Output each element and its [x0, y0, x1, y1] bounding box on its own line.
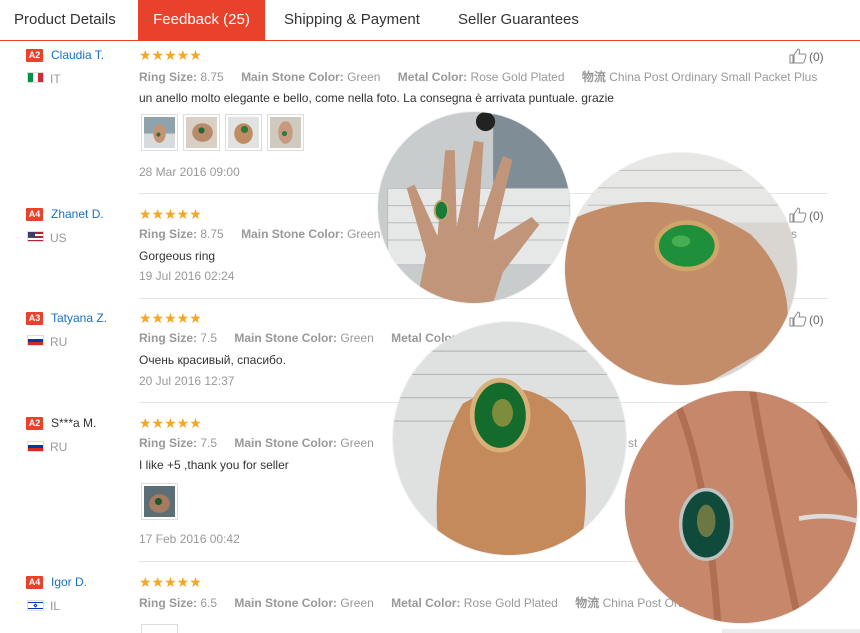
review-photo-thumb[interactable] — [267, 114, 304, 151]
review-text: Gorgeous ring — [139, 249, 216, 263]
rating-stars: ★★★★★ — [139, 574, 202, 590]
review-date: 19 Jul 2016 02:24 — [139, 269, 235, 283]
stone-color-label: Main Stone Color: — [234, 331, 338, 345]
reviewer-name[interactable]: Igor D. — [51, 575, 87, 589]
helpful-button[interactable]: (0) — [789, 207, 824, 223]
ring-size-value: 7.5 — [200, 436, 218, 450]
ring-size-label: Ring Size: — [139, 331, 198, 345]
helpful-count: (0) — [809, 209, 824, 223]
metal-color-label: Metal Color: — [397, 70, 468, 84]
ring-size-value: 7.5 — [200, 331, 218, 345]
reviewer-country: IL — [50, 599, 61, 613]
review-photo-zoom[interactable] — [393, 322, 626, 555]
review-date: 17 Feb 2016 00:42 — [139, 532, 240, 546]
review-photo-thumb[interactable] — [225, 114, 262, 151]
ring-size-label: Ring Size: — [139, 596, 198, 610]
reviewer-name[interactable]: S***a M. — [51, 416, 96, 430]
buyer-level-badge: A2 — [26, 49, 43, 62]
shipping-label: 物流 — [581, 70, 606, 84]
stone-color-value: Green — [347, 70, 381, 84]
order-attributes: Ring Size: 8.75 Main Stone Color: Green — [139, 227, 394, 241]
review-photo-thumb[interactable] — [141, 624, 178, 633]
flag-ru-icon — [27, 441, 44, 452]
tab-bar: Product Details Feedback (25) Shipping &… — [0, 0, 860, 41]
tab-feedback[interactable]: Feedback (25) — [138, 0, 265, 40]
buyer-level-badge: A4 — [26, 208, 43, 221]
stone-color-label: Main Stone Color: — [234, 596, 338, 610]
reviewer-country: RU — [50, 440, 68, 454]
reviewer-country: RU — [50, 335, 68, 349]
review-photo-thumb[interactable] — [141, 114, 178, 151]
flag-us-icon — [27, 231, 44, 242]
stone-color-value: Green — [340, 596, 374, 610]
metal-color-label: Metal Color: — [391, 596, 461, 610]
flag-ru-icon — [27, 335, 44, 346]
order-attributes: Ring Size: 8.75 Main Stone Color: Green … — [139, 68, 831, 85]
review-date: 28 Mar 2016 09:00 — [139, 165, 240, 179]
buyer-level-badge: A3 — [26, 312, 43, 325]
ring-size-value: 8.75 — [200, 227, 224, 241]
rating-stars: ★★★★★ — [139, 415, 202, 431]
ring-size-value: 8.75 — [200, 70, 224, 84]
ring-size-label: Ring Size: — [139, 70, 198, 84]
helpful-button[interactable]: (0) — [789, 48, 824, 64]
buyer-level-badge: A4 — [26, 576, 43, 589]
reviewer-country: US — [50, 231, 67, 245]
rating-stars: ★★★★★ — [139, 310, 202, 326]
helpful-count: (0) — [809, 313, 824, 327]
stone-color-value: Green — [340, 436, 374, 450]
stone-color-value: Green — [347, 227, 381, 241]
ring-size-value: 6.5 — [200, 596, 218, 610]
shipping-value-partial: st — [628, 436, 638, 450]
review-photo-thumb[interactable] — [183, 114, 220, 151]
thumbs-up-icon — [789, 207, 807, 223]
order-attributes: Ring Size: 6.5 Main Stone Color: Green M… — [139, 594, 701, 611]
ring-size-label: Ring Size: — [139, 227, 198, 241]
review-photo-zoom[interactable] — [565, 153, 797, 385]
review-text: Очень красивый, спасибо. — [139, 353, 286, 367]
stone-color-label: Main Stone Color: — [234, 436, 338, 450]
order-attributes: Ring Size: 7.5 Main Stone Color: Green M… — [139, 331, 460, 345]
tab-seller-guarantees[interactable]: Seller Guarantees — [458, 0, 579, 40]
ring-size-label: Ring Size: — [139, 436, 198, 450]
helpful-count: (0) — [809, 50, 824, 64]
review-text: I like +5 ,thank you for seller — [139, 458, 289, 472]
review-photo-zoom[interactable] — [625, 391, 857, 623]
order-attributes: Ring Size: 7.5 Main Stone Color: Green — [139, 436, 388, 450]
thumbs-up-icon — [789, 311, 807, 327]
buyer-level-badge: A2 — [26, 417, 43, 430]
reviewer-name[interactable]: Claudia T. — [51, 48, 104, 62]
rating-stars: ★★★★★ — [139, 47, 202, 63]
review-date: 20 Jul 2016 12:37 — [139, 374, 235, 388]
review-photo-zoom[interactable] — [378, 112, 570, 303]
reviewer-name[interactable]: Zhanet D. — [51, 207, 104, 221]
reviewer-country: IT — [50, 72, 61, 86]
stone-color-label: Main Stone Color: — [241, 227, 344, 241]
scrollbar-track[interactable] — [722, 629, 860, 633]
flag-it-icon — [27, 72, 44, 83]
review-photo-thumb[interactable] — [141, 483, 178, 520]
metal-color-value: Rose Gold Plated — [470, 70, 565, 84]
review-text: un anello molto elegante e bello, come n… — [139, 91, 614, 105]
metal-color-value: Rose Gold Plated — [463, 596, 558, 610]
rating-stars: ★★★★★ — [139, 206, 202, 222]
tab-product-details[interactable]: Product Details — [14, 0, 116, 40]
stone-color-label: Main Stone Color: — [241, 70, 344, 84]
tab-shipping-payment[interactable]: Shipping & Payment — [284, 0, 420, 40]
shipping-label: 物流 — [575, 596, 600, 610]
reviewer-name[interactable]: Tatyana Z. — [51, 311, 107, 325]
flag-il-icon — [27, 600, 44, 611]
thumbs-up-icon — [789, 48, 807, 64]
shipping-value: China Post Ordinary Small Packet Plus — [609, 70, 818, 84]
helpful-button[interactable]: (0) — [789, 311, 824, 327]
stone-color-value: Green — [340, 331, 374, 345]
